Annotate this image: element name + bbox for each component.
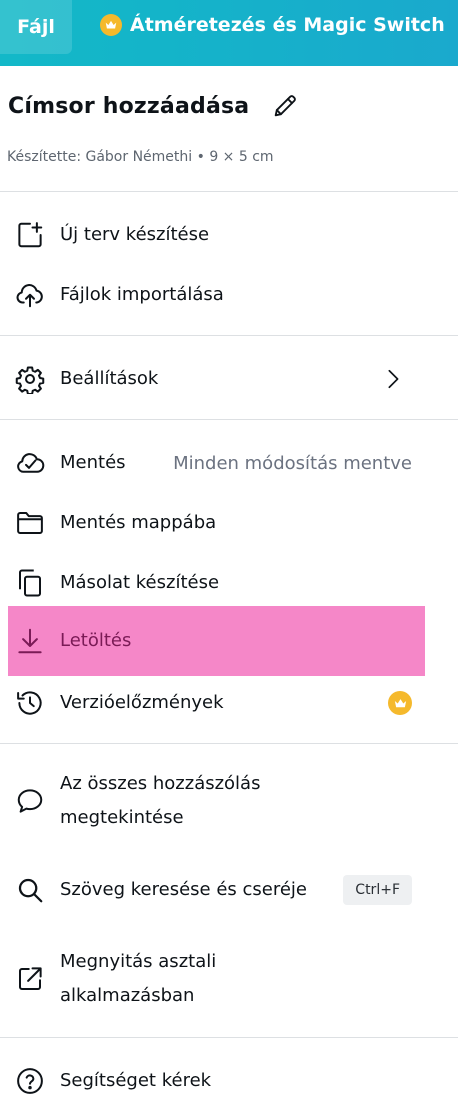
top-bar: Fájl Átméretezés és Magic Switch (0, 0, 458, 66)
menu-item-find-replace[interactable]: Szöveg keresése és cseréje Ctrl+F (8, 855, 426, 925)
menu-item-label: Letöltés (60, 630, 132, 651)
menu-item-label: Az összes hozzászólás megtekintése (60, 773, 261, 828)
menu-item-label: Szöveg keresése és cseréje (60, 879, 307, 900)
menu-item-label: Másolat készítése (60, 572, 220, 593)
menu-item-label: Új terv készítése (60, 224, 210, 245)
cloud-check-icon (14, 447, 46, 479)
folder-icon (14, 507, 46, 539)
gear-icon (14, 363, 46, 395)
menu-item-save[interactable]: Mentés Minden módosítás mentve (8, 445, 426, 481)
divider (0, 335, 458, 336)
divider (0, 419, 458, 420)
comment-icon (14, 785, 46, 817)
help-circle-icon (14, 1065, 46, 1097)
search-icon (14, 874, 46, 906)
save-status: Minden módosítás mentve (173, 452, 412, 474)
plus-square-icon (14, 219, 46, 251)
menu-item-label: Mentés (60, 452, 126, 473)
divider (0, 191, 458, 192)
resize-magic-switch-button[interactable]: Átméretezés és Magic Switch (100, 0, 445, 50)
external-link-icon (14, 963, 46, 995)
menu-item-make-copy[interactable]: Másolat készítése (8, 565, 426, 601)
menu-item-new-design[interactable]: Új terv készítése (8, 217, 426, 253)
crown-icon (100, 14, 122, 36)
menu-item-settings[interactable]: Beállítások (8, 361, 426, 397)
menu-item-label: Verzióelőzmények (60, 692, 224, 713)
divider (0, 1037, 458, 1038)
menu-item-label: Fájlok importálása (60, 284, 224, 305)
menu-item-label: Segítséget kérek (60, 1070, 212, 1091)
menu-item-open-desktop-app[interactable]: Megnyitás asztali alkalmazásban (8, 944, 426, 1014)
file-menu-tab[interactable]: Fájl (0, 0, 72, 54)
menu-item-label: Beállítások (60, 368, 159, 389)
pencil-icon[interactable] (271, 92, 299, 120)
design-title[interactable]: Címsor hozzáadása (8, 94, 249, 119)
menu-item-save-to-folder[interactable]: Mentés mappába (8, 505, 426, 541)
menu-item-download[interactable]: Letöltés (8, 606, 425, 676)
menu-item-version-history[interactable]: Verzióelőzmények (8, 685, 426, 721)
menu-item-import-files[interactable]: Fájlok importálása (8, 277, 426, 313)
divider (0, 743, 458, 744)
menu-item-label: Mentés mappába (60, 512, 217, 533)
resize-label: Átméretezés és Magic Switch (130, 14, 445, 36)
design-meta: Készítette: Gábor Némethi • 9 × 5 cm (7, 149, 274, 165)
menu-item-view-comments[interactable]: Az összes hozzászólás megtekintése (8, 766, 426, 836)
cloud-upload-icon (14, 279, 46, 311)
history-icon (14, 687, 46, 719)
copy-icon (14, 567, 46, 599)
premium-crown-icon (388, 691, 412, 715)
menu-item-label: Megnyitás asztali alkalmazásban (60, 951, 217, 1006)
menu-item-help[interactable]: Segítséget kérek (8, 1063, 426, 1099)
chevron-right-icon (382, 368, 404, 390)
keyboard-shortcut: Ctrl+F (343, 875, 412, 905)
download-icon (14, 625, 46, 657)
